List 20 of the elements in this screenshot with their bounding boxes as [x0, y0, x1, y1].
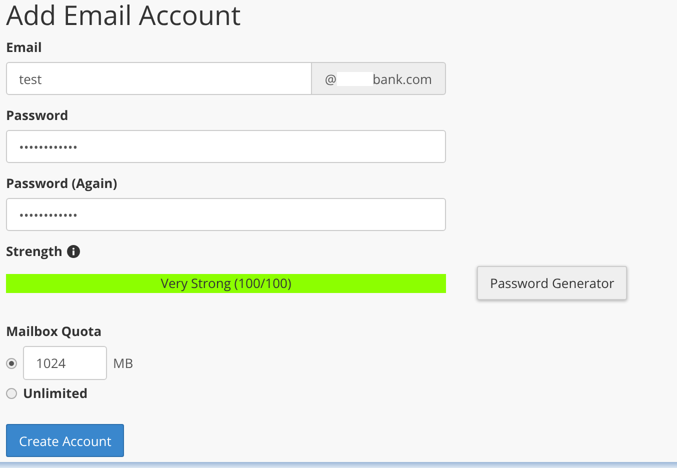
radio-button[interactable]: [6, 358, 17, 368]
page-title: Add Email Account: [6, 0, 242, 34]
quota-field[interactable]: 1024: [23, 346, 107, 380]
create-account-button[interactable]: Create Account: [6, 424, 124, 457]
at-sign: @: [324, 70, 337, 88]
field-label: Mailbox Quota: [6, 322, 103, 340]
field-label: Email: [6, 38, 43, 56]
info-icon[interactable]: [67, 244, 80, 258]
unit-label: MB: [113, 354, 134, 372]
strength-reading: Very Strong (100/100): [160, 274, 292, 292]
field-label: Password: [6, 106, 70, 124]
radio-button[interactable]: [6, 388, 17, 398]
field-label: Strength: [6, 242, 62, 260]
domain-text: bank.com: [372, 70, 432, 88]
radio-label: Unlimited: [23, 384, 88, 402]
field-label: Password (Again): [6, 174, 118, 192]
password-generator-button[interactable]: Password Generator: [477, 266, 628, 300]
password-field[interactable]: ••••••••••••: [6, 198, 446, 231]
password-field[interactable]: ••••••••••••: [6, 130, 446, 163]
email-field[interactable]: test: [6, 62, 312, 95]
